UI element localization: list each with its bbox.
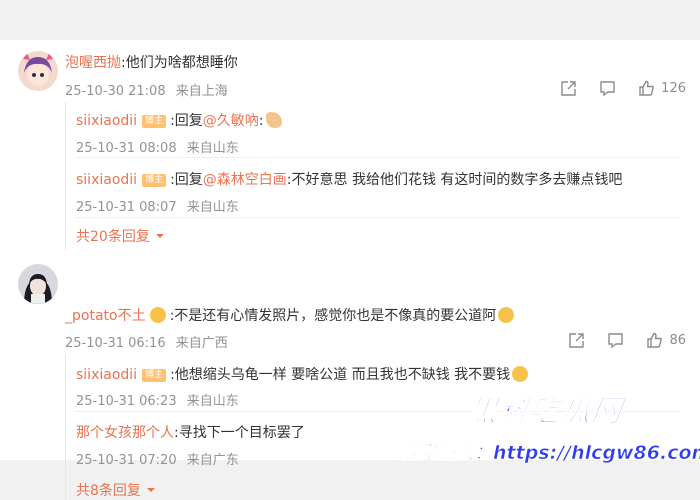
like-icon (639, 80, 655, 96)
comment-location: 来自上海 (175, 84, 228, 99)
share-button[interactable] (560, 80, 577, 97)
comment-author[interactable]: _potato不土 (65, 308, 146, 324)
reply-prefix: :回复 (170, 113, 203, 129)
reply-mention[interactable]: @久敏吶 (203, 113, 259, 129)
reply-location: 来自广东 (186, 453, 239, 468)
more-replies-label: 共8条回复 (76, 483, 141, 499)
like-icon (647, 332, 663, 348)
reply-thread-line (65, 102, 66, 250)
chevron-down-icon (155, 234, 164, 238)
author-badge: 博主 (142, 115, 167, 128)
reply-location: 来自山东 (186, 394, 239, 409)
avatar[interactable] (18, 264, 58, 304)
reply-author[interactable]: siixiaodii (76, 113, 137, 129)
comment-icon (608, 333, 624, 349)
reply-location: 来自山东 (186, 200, 239, 215)
comment-button[interactable] (599, 80, 616, 97)
more-replies-button[interactable]: 共20条回复 (76, 226, 165, 246)
reply-prefix: :回复 (170, 172, 203, 188)
comment-actions: 86 (568, 332, 686, 349)
reply-thread-line (65, 354, 66, 500)
like-button[interactable]: 86 (646, 332, 686, 349)
reply-divider (75, 217, 680, 218)
like-count: 86 (669, 333, 686, 348)
comment-button[interactable] (607, 332, 624, 349)
author-badge: 博主 (142, 174, 167, 187)
more-replies-label: 共20条回复 (76, 229, 150, 245)
reply-divider (75, 470, 680, 471)
reply-divider (75, 157, 680, 158)
reply-text: :寻找下一个目标罢了 (174, 425, 305, 441)
comment-text: :不是还有心情发照片，感觉你也是不像真的要公道阿 (169, 308, 497, 324)
emoji-icon (265, 112, 282, 128)
watermark-brand: 黑料吃瓜网 (465, 394, 626, 430)
comment-time: 25-10-30 21:08 (65, 84, 166, 99)
comment-icon (600, 81, 615, 97)
reply-author[interactable]: 那个女孩那个人 (76, 425, 174, 441)
reply-time: 25-10-31 07:20 (76, 453, 177, 468)
reply-text: : (258, 113, 264, 129)
comment-text: :他们为啥都想睡你 (121, 55, 238, 71)
like-count: 126 (661, 81, 686, 96)
share-button[interactable] (568, 332, 585, 349)
share-icon (561, 81, 576, 96)
reply-location: 来自山东 (186, 141, 239, 156)
like-button[interactable]: 126 (638, 80, 686, 97)
chevron-down-icon (147, 488, 156, 492)
reply-text: :不好意思 我给他们花钱 有这时间的数字多去赚点钱吧 (286, 172, 623, 188)
reply-mention[interactable]: @森林空白画 (203, 172, 287, 188)
reply-author[interactable]: siixiaodii (76, 172, 137, 188)
watermark-url: 看完整版：https://hlcgw86.com/ (398, 442, 700, 465)
reply-time: 25-10-31 08:08 (76, 141, 177, 156)
comment-location: 来自广西 (175, 336, 228, 351)
author-badge: 博主 (142, 369, 167, 382)
share-icon (569, 333, 585, 348)
emoji-icon (149, 307, 166, 323)
avatar[interactable] (18, 51, 58, 91)
reply-author[interactable]: siixiaodii (76, 367, 137, 383)
emoji-icon (512, 366, 529, 382)
reply-text: :他想缩头乌龟一样 要啥公道 而且我也不缺钱 我不要钱 (170, 367, 511, 383)
comment-time: 25-10-31 06:16 (65, 336, 166, 351)
comment-author[interactable]: 泡喔西抛 (65, 55, 121, 71)
reply-time: 25-10-31 06:23 (76, 394, 177, 409)
emoji-icon (498, 307, 515, 323)
reply-time: 25-10-31 08:07 (76, 200, 177, 215)
comment-actions: 126 (560, 80, 686, 97)
more-replies-button[interactable]: 共8条回复 (76, 480, 156, 500)
